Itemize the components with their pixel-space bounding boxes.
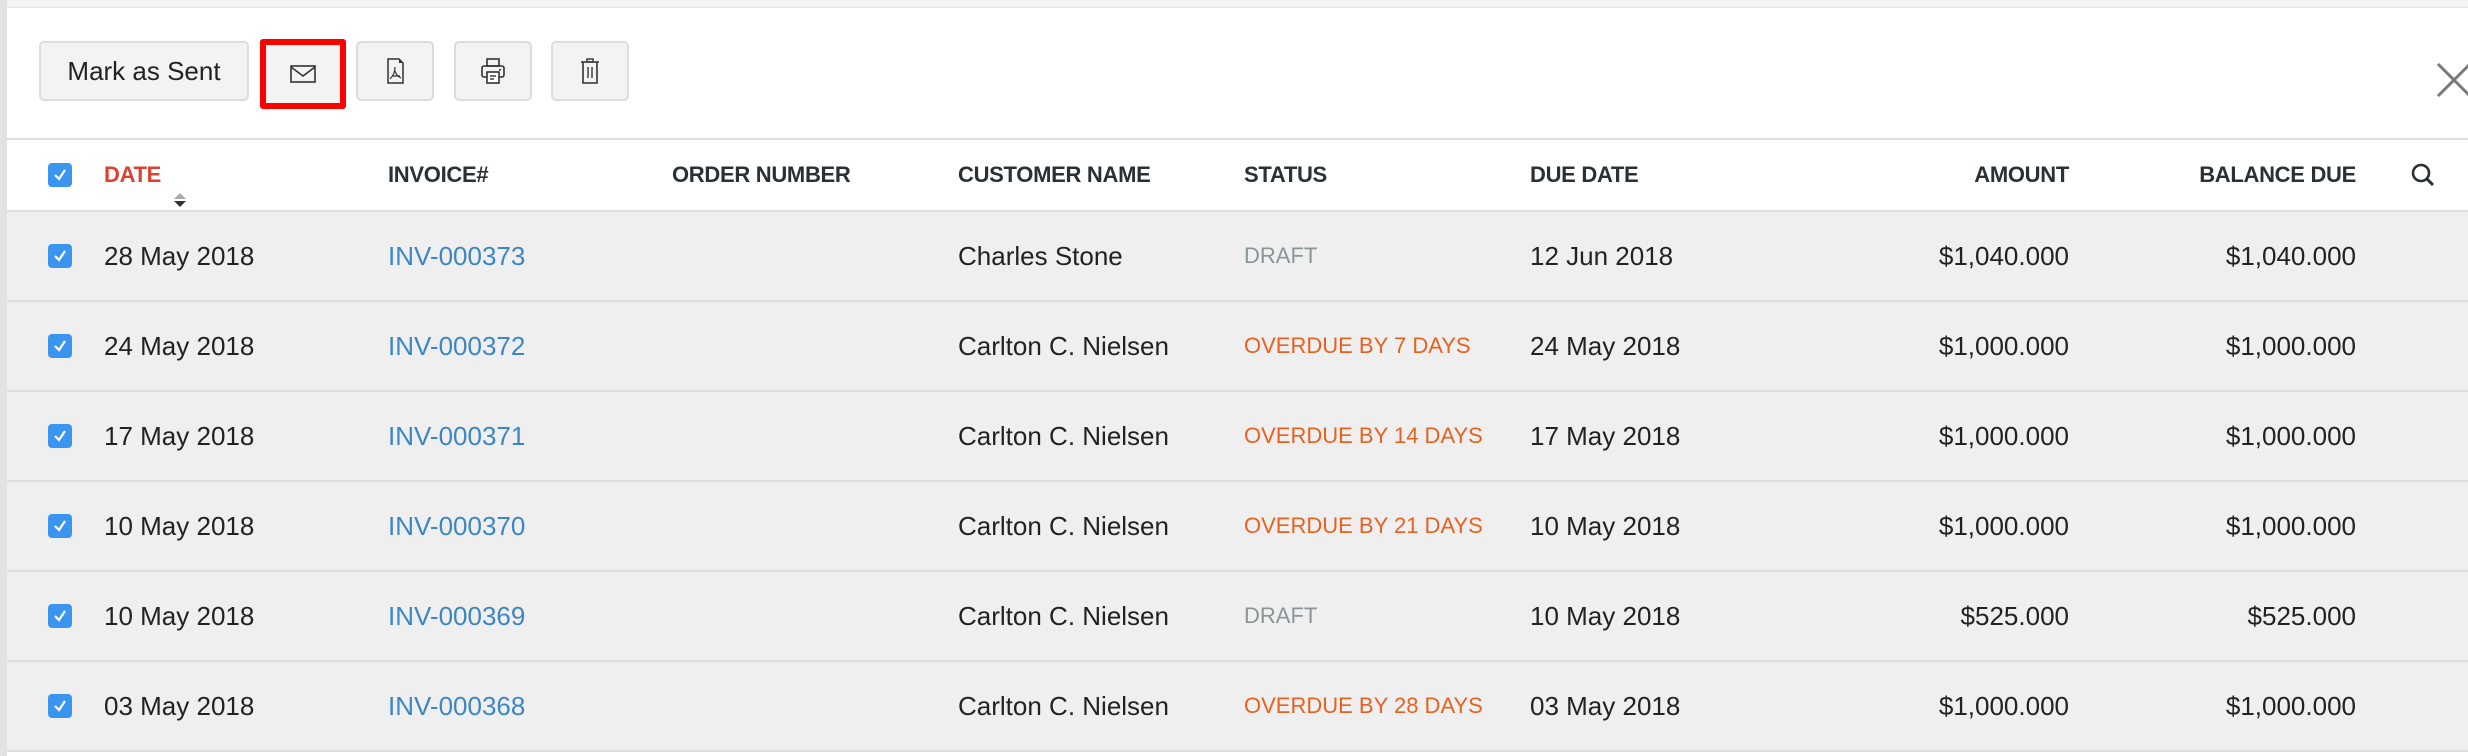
customer-name: Carlton C. Nielsen	[958, 601, 1169, 631]
column-header-date[interactable]: DATE	[104, 140, 187, 210]
due-date: 10 May 2018	[1530, 511, 1681, 541]
balance-due: $1,000.000	[2225, 691, 2356, 721]
status-badge: OVERDUE BY 21 DAYS	[1244, 513, 1483, 538]
invoice-date: 17 May 2018	[104, 421, 255, 451]
table-row[interactable]: 24 May 2018 INV-000372 Carlton C. Nielse…	[7, 302, 2468, 392]
row-checkbox[interactable]	[48, 514, 72, 538]
invoice-number-link[interactable]: INV-000373	[388, 212, 525, 300]
customer-name: Charles Stone	[958, 241, 1123, 271]
invoice-number-link[interactable]: INV-000368	[388, 662, 525, 750]
row-checkbox[interactable]	[48, 694, 72, 718]
column-header-invoice[interactable]: INVOICE#	[388, 140, 489, 210]
customer-name: Carlton C. Nielsen	[958, 331, 1169, 361]
balance-due: $1,000.000	[2225, 511, 2356, 541]
table-row[interactable]: 17 May 2018 INV-000371 Carlton C. Nielse…	[7, 392, 2468, 482]
table-body: 28 May 2018 INV-000373 Charles Stone DRA…	[7, 212, 2468, 752]
invoice-date: 10 May 2018	[104, 511, 255, 541]
balance-due: $1,040.000	[2225, 241, 2356, 271]
invoice-date: 28 May 2018	[104, 241, 255, 271]
table-row[interactable]: 10 May 2018 INV-000369 Carlton C. Nielse…	[7, 572, 2468, 662]
invoice-date: 03 May 2018	[104, 691, 255, 721]
status-badge: OVERDUE BY 14 DAYS	[1244, 423, 1483, 448]
checkmark-icon	[54, 610, 66, 622]
balance-due: $1,000.000	[2225, 421, 2356, 451]
column-label-date: DATE	[104, 162, 162, 187]
customer-name: Carlton C. Nielsen	[958, 511, 1169, 541]
email-icon	[290, 65, 316, 83]
invoice-date: 10 May 2018	[104, 601, 255, 631]
checkmark-icon	[54, 250, 66, 262]
column-header-customer-name[interactable]: CUSTOMER NAME	[958, 140, 1151, 210]
amount: $525.000	[1960, 601, 2069, 631]
search-icon[interactable]	[2410, 162, 2436, 188]
sort-icon[interactable]	[173, 167, 187, 208]
print-icon	[481, 58, 505, 84]
checkmark-icon	[54, 340, 66, 352]
status-badge: DRAFT	[1244, 603, 1318, 628]
invoice-date: 24 May 2018	[104, 331, 255, 361]
amount: $1,000.000	[1938, 421, 2069, 451]
due-date: 10 May 2018	[1530, 601, 1681, 631]
bulk-action-toolbar: Mark as Sent	[7, 8, 2468, 140]
row-checkbox[interactable]	[48, 244, 72, 268]
customer-name: Carlton C. Nielsen	[958, 691, 1169, 721]
column-header-balance-due[interactable]: BALANCE DUE	[2107, 140, 2356, 210]
close-icon[interactable]	[2434, 60, 2468, 100]
due-date: 12 Jun 2018	[1530, 241, 1674, 271]
checkmark-icon	[54, 700, 66, 712]
amount: $1,000.000	[1938, 331, 2069, 361]
pdf-icon	[387, 58, 404, 84]
row-checkbox[interactable]	[48, 424, 72, 448]
select-all-checkbox[interactable]	[48, 163, 72, 187]
balance-due: $1,000.000	[2225, 331, 2356, 361]
checkmark-icon	[54, 169, 66, 181]
mark-as-sent-label: Mark as Sent	[67, 55, 221, 86]
table-row[interactable]: 03 May 2018 INV-000368 Carlton C. Nielse…	[7, 662, 2468, 752]
table-row[interactable]: 10 May 2018 INV-000370 Carlton C. Nielse…	[7, 482, 2468, 572]
left-edge	[0, 0, 7, 756]
top-band	[7, 0, 2468, 8]
mark-as-sent-button[interactable]: Mark as Sent	[39, 41, 249, 101]
column-header-amount[interactable]: AMOUNT	[1807, 140, 2069, 210]
status-badge: OVERDUE BY 28 DAYS	[1244, 693, 1483, 718]
delete-button[interactable]	[551, 41, 629, 101]
checkmark-icon	[54, 430, 66, 442]
delete-icon	[581, 58, 599, 84]
checkmark-icon	[54, 520, 66, 532]
amount: $1,000.000	[1938, 511, 2069, 541]
table-header: DATE INVOICE# ORDER NUMBER CUSTOMER NAME…	[7, 140, 2468, 212]
status-badge: DRAFT	[1244, 243, 1318, 268]
amount: $1,040.000	[1938, 241, 2069, 271]
amount: $1,000.000	[1938, 691, 2069, 721]
invoice-number-link[interactable]: INV-000371	[388, 392, 525, 480]
due-date: 03 May 2018	[1530, 691, 1681, 721]
balance-due: $525.000	[2247, 601, 2356, 631]
row-checkbox[interactable]	[48, 604, 72, 628]
table-row[interactable]: 28 May 2018 INV-000373 Charles Stone DRA…	[7, 212, 2468, 302]
status-badge: OVERDUE BY 7 DAYS	[1244, 333, 1471, 358]
invoice-number-link[interactable]: INV-000369	[388, 572, 525, 660]
due-date: 17 May 2018	[1530, 421, 1681, 451]
print-button[interactable]	[454, 41, 532, 101]
invoice-number-link[interactable]: INV-000370	[388, 482, 525, 570]
download-pdf-button[interactable]	[356, 41, 434, 101]
column-header-due-date[interactable]: DUE DATE	[1530, 140, 1639, 210]
invoice-bulk-panel: Mark as Sent DATE INVOICE# ORDER NUMBER …	[7, 8, 2468, 756]
column-header-order-number[interactable]: ORDER NUMBER	[672, 140, 851, 210]
column-header-status[interactable]: STATUS	[1244, 140, 1327, 210]
due-date: 24 May 2018	[1530, 331, 1681, 361]
row-checkbox[interactable]	[48, 334, 72, 358]
customer-name: Carlton C. Nielsen	[958, 421, 1169, 451]
invoice-number-link[interactable]: INV-000372	[388, 302, 525, 390]
send-email-button[interactable]	[260, 39, 346, 109]
